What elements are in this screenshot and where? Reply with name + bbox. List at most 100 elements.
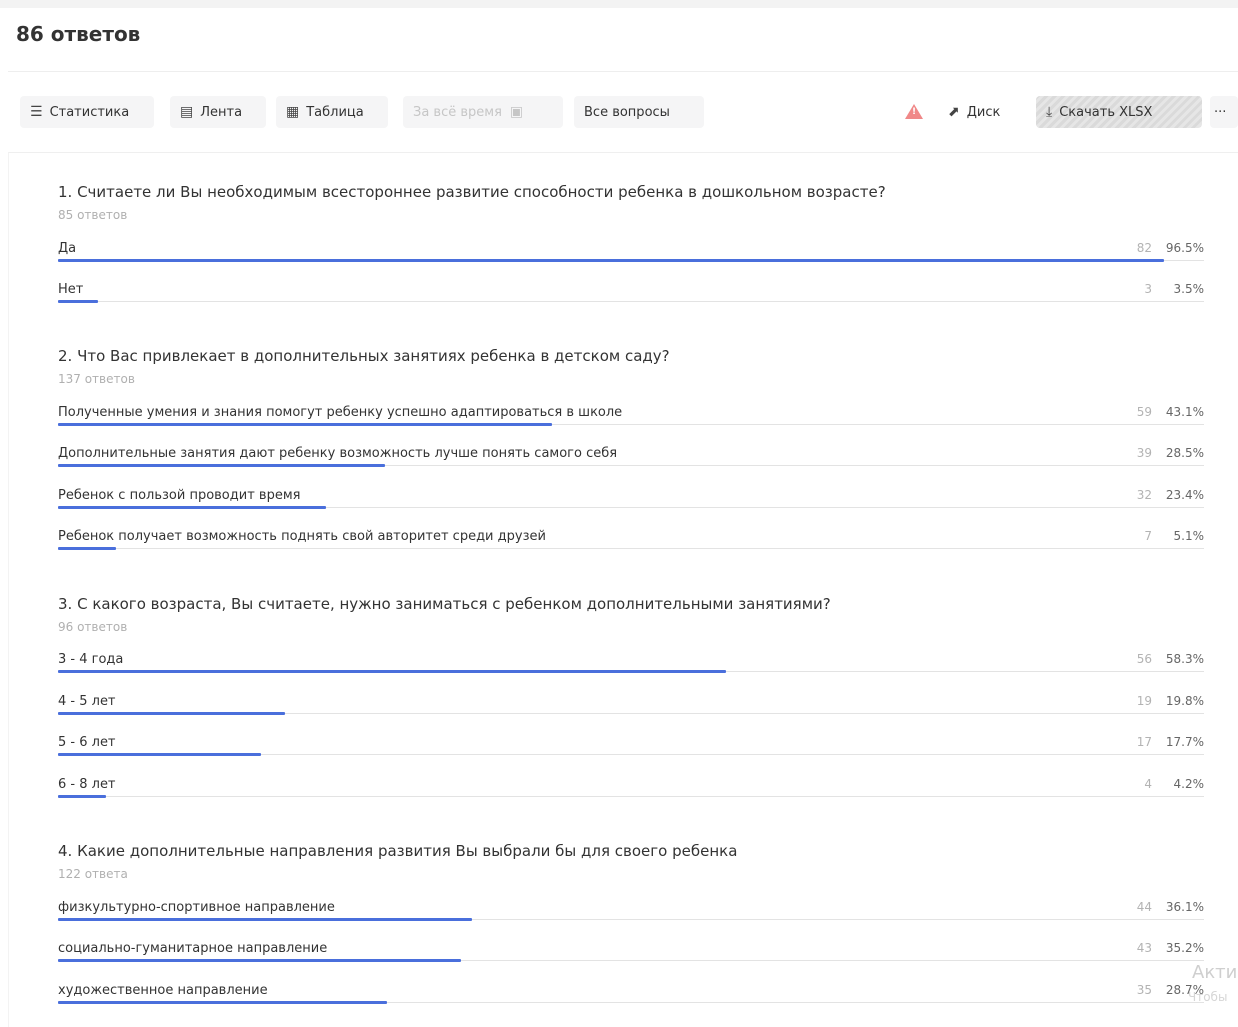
responses-count: 86 ответов: [16, 22, 141, 46]
option-bar: [58, 464, 385, 467]
option-percent: 23.4%: [1165, 488, 1204, 502]
option-bar: [58, 547, 117, 550]
option-bar: [58, 259, 1164, 262]
top-strip: [0, 0, 1238, 8]
option-bar: [58, 712, 285, 715]
option-percent: 36.1%: [1165, 900, 1204, 914]
option-percent: 28.5%: [1165, 446, 1204, 460]
toolbar: ☰ Статистика ▤ Лента ▦ Таблица За всё вр…: [8, 88, 1238, 136]
period-select[interactable]: За всё время ▣: [403, 96, 563, 128]
chart-icon: ☰: [30, 104, 43, 120]
question-answer-count: 122 ответа: [58, 867, 128, 881]
option-bar: [58, 918, 472, 921]
table-button[interactable]: ▦ Таблица: [276, 96, 388, 128]
option-row: 3 - 4 года 56 58.3%: [58, 652, 1204, 682]
option-label: Нет: [58, 282, 84, 297]
option-count: 44: [1136, 900, 1152, 914]
header: 86 ответов: [8, 8, 1238, 72]
option-count: 19: [1136, 694, 1152, 708]
option-row: Ребенок с пользой проводит время 32 23.4…: [58, 488, 1204, 518]
stats-button[interactable]: ☰ Статистика: [20, 96, 154, 128]
option-row: 5 - 6 лет 17 17.7%: [58, 735, 1204, 765]
warning-icon[interactable]: [905, 104, 923, 119]
option-percent: 43.1%: [1165, 405, 1204, 419]
option-percent: 96.5%: [1165, 241, 1204, 255]
option-count: 32: [1136, 488, 1152, 502]
option-label: Дополнительные занятия дают ребенку возм…: [58, 446, 618, 461]
option-row: 6 - 8 лет 4 4.2%: [58, 777, 1204, 807]
disk-button[interactable]: ⬈ Диск: [944, 96, 1024, 128]
option-count: 39: [1136, 446, 1152, 460]
option-label: Ребенок с пользой проводит время: [58, 488, 301, 503]
disk-icon: ⬈: [948, 104, 960, 120]
option-percent: 4.2%: [1173, 777, 1205, 791]
option-count: 4: [1144, 777, 1152, 791]
option-bar: [58, 753, 261, 756]
question-answer-count: 137 ответов: [58, 372, 135, 386]
option-percent: 58.3%: [1165, 652, 1204, 666]
calendar-icon: ▣: [509, 104, 524, 120]
option-label: художественное направление: [58, 983, 268, 998]
question-answer-count: 96 ответов: [58, 620, 128, 634]
option-count: 43: [1136, 941, 1152, 955]
download-label: Скачать XLSX: [1059, 104, 1153, 120]
download-icon: ⤓: [1046, 104, 1053, 120]
table-label: Таблица: [306, 104, 364, 120]
option-label: Полученные умения и знания помогут ребен…: [58, 405, 623, 420]
option-count: 82: [1136, 241, 1152, 255]
option-count: 3: [1144, 282, 1152, 296]
question-answer-count: 85 ответов: [58, 208, 128, 222]
stats-label: Статистика: [49, 104, 130, 120]
option-row: социально-гуманитарное направление 43 35…: [58, 941, 1204, 971]
question-title: 2. Что Вас привлекает в дополнительных з…: [58, 347, 670, 365]
feed-button[interactable]: ▤ Лента: [170, 96, 266, 128]
option-bar: [58, 959, 462, 962]
option-percent: 35.2%: [1165, 941, 1204, 955]
option-label: Ребенок получает возможность поднять сво…: [58, 529, 546, 544]
option-bar: [58, 300, 99, 303]
option-track: [58, 548, 1204, 549]
option-count: 56: [1136, 652, 1152, 666]
option-label: 4 - 5 лет: [58, 694, 116, 709]
feed-label: Лента: [200, 104, 243, 120]
option-bar: [58, 506, 327, 509]
option-label: Да: [58, 241, 77, 256]
option-row: Полученные умения и знания помогут ребен…: [58, 405, 1204, 435]
option-row: Ребенок получает возможность поднять сво…: [58, 529, 1204, 559]
option-label: физкультурно-спортивное направление: [58, 900, 335, 915]
option-row: Дополнительные занятия дают ребенку возм…: [58, 446, 1204, 476]
option-count: 59: [1136, 405, 1152, 419]
option-percent: 3.5%: [1173, 282, 1205, 296]
option-row: 4 - 5 лет 19 19.8%: [58, 694, 1204, 724]
more-button[interactable]: ···: [1210, 96, 1238, 128]
option-bar: [58, 1001, 387, 1004]
option-track: [58, 301, 1204, 302]
option-label: 3 - 4 года: [58, 652, 124, 667]
activation-watermark: Акти: [1192, 962, 1238, 983]
question-title: 4. Какие дополнительные направления разв…: [58, 842, 738, 860]
option-row: физкультурно-спортивное направление 44 3…: [58, 900, 1204, 930]
feed-icon: ▤: [180, 104, 194, 120]
option-bar: [58, 423, 552, 426]
option-label: социально-гуманитарное направление: [58, 941, 328, 956]
question-title: 1. Считаете ли Вы необходимым всесторонн…: [58, 183, 886, 201]
option-row: Да 82 96.5%: [58, 241, 1204, 271]
option-count: 35: [1136, 983, 1152, 997]
all-questions-button[interactable]: Все вопросы: [574, 96, 704, 128]
disk-label: Диск: [966, 104, 1001, 120]
question-title: 3. С какого возраста, Вы считаете, нужно…: [58, 595, 831, 613]
option-bar: [58, 795, 107, 798]
option-track: [58, 796, 1204, 797]
all-questions-label: Все вопросы: [584, 104, 670, 120]
activation-watermark-hint: Чтобы: [1188, 990, 1228, 1004]
more-icon: ···: [1214, 104, 1227, 120]
option-count: 17: [1136, 735, 1152, 749]
download-xlsx-button[interactable]: ⤓ Скачать XLSX: [1036, 96, 1202, 128]
option-label: 5 - 6 лет: [58, 735, 116, 750]
option-label: 6 - 8 лет: [58, 777, 116, 792]
option-row: Нет 3 3.5%: [58, 282, 1204, 312]
option-percent: 5.1%: [1173, 529, 1205, 543]
option-count: 7: [1144, 529, 1152, 543]
table-icon: ▦: [286, 104, 300, 120]
option-row: художественное направление 35 28.7%: [58, 983, 1204, 1013]
